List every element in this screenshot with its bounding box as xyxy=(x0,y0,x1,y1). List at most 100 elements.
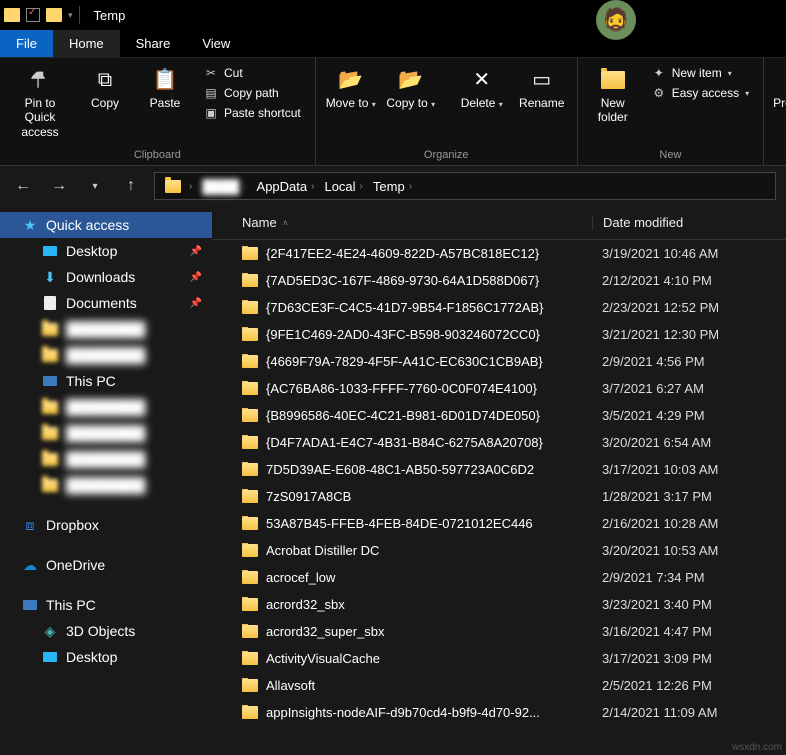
file-row[interactable]: acrocef_low2/9/2021 7:34 PM xyxy=(212,564,786,591)
cut-button[interactable]: ✂Cut xyxy=(200,64,305,82)
back-button[interactable]: ← xyxy=(10,173,36,199)
sidebar-item-thispc2[interactable]: This PC xyxy=(0,592,212,618)
pin-icon: 📌 xyxy=(190,272,202,283)
sidebar-item-desktop2[interactable]: Desktop xyxy=(0,644,212,670)
forward-button[interactable]: → xyxy=(46,173,72,199)
label: New folder xyxy=(586,96,640,125)
folder-icon xyxy=(242,652,258,665)
sidebar-item-blur4[interactable]: ████████ xyxy=(0,420,212,446)
folder-icon xyxy=(42,347,58,363)
breadcrumb-segment[interactable]: › xyxy=(161,180,196,193)
folder-icon xyxy=(242,706,258,719)
file-row[interactable]: {7AD5ED3C-167F-4869-9730-64A1D588D067}2/… xyxy=(212,267,786,294)
file-name: 7zS0917A8CB xyxy=(266,489,351,504)
sort-arrow-icon: ˄ xyxy=(283,218,288,228)
sidebar-item-thispc1[interactable]: This PC xyxy=(0,368,212,394)
copy-path-button[interactable]: ▤Copy path xyxy=(200,84,305,102)
folder-icon xyxy=(242,625,258,638)
file-row[interactable]: acrord32_super_sbx3/16/2021 4:47 PM xyxy=(212,618,786,645)
tab-file[interactable]: File xyxy=(0,30,53,57)
breadcrumb-segment[interactable]: Temp› xyxy=(369,179,416,194)
qab-dropdown-icon[interactable]: ▾ xyxy=(68,10,73,21)
sidebar-item-dropbox[interactable]: ⧈Dropbox xyxy=(0,512,212,538)
file-date: 3/17/2021 10:03 AM xyxy=(592,462,786,477)
sidebar-item-documents[interactable]: Documents📌 xyxy=(0,290,212,316)
sidebar-item-blur6[interactable]: ████████ xyxy=(0,472,212,498)
copy-to-button[interactable]: 📂 Copy to ▾ xyxy=(382,62,440,114)
delete-button[interactable]: ✕ Delete ▾ xyxy=(453,62,511,114)
file-name: {4669F79A-7829-4F5F-A41C-EC630C1CB9AB} xyxy=(266,354,543,369)
file-row[interactable]: acrord32_sbx3/23/2021 3:40 PM xyxy=(212,591,786,618)
file-date: 3/5/2021 4:29 PM xyxy=(592,408,786,423)
file-row[interactable]: 53A87B45-FFEB-4FEB-84DE-0721012EC4462/16… xyxy=(212,510,786,537)
sidebar-item-blur1[interactable]: ████████ xyxy=(0,316,212,342)
label: Delete ▾ xyxy=(461,96,503,110)
file-row[interactable]: ActivityVisualCache3/17/2021 3:09 PM xyxy=(212,645,786,672)
history-dropdown[interactable]: ▾ xyxy=(82,173,108,199)
move-icon: 📂 xyxy=(337,66,365,94)
file-row[interactable]: {D4F7ADA1-E4C7-4B31-B84C-6275A8A20708}3/… xyxy=(212,429,786,456)
file-date: 2/23/2021 12:52 PM xyxy=(592,300,786,315)
file-date: 3/23/2021 3:40 PM xyxy=(592,597,786,612)
file-row[interactable]: {2F417EE2-4E24-4609-822D-A57BC818EC12}3/… xyxy=(212,240,786,267)
copy-button[interactable]: ⧉ Copy xyxy=(76,62,134,114)
tab-share[interactable]: Share xyxy=(120,30,187,57)
breadcrumb-segment[interactable]: Local› xyxy=(320,179,366,194)
breadcrumb-path[interactable]: ›████›AppData›Local›Temp› xyxy=(154,172,776,200)
file-row[interactable]: {7D63CE3F-C4C5-41D7-9B54-F1856C1772AB}2/… xyxy=(212,294,786,321)
file-row[interactable]: 7D5D39AE-E608-48C1-AB50-597723A0C6D23/17… xyxy=(212,456,786,483)
paste-button[interactable]: 📋 Paste xyxy=(136,62,194,114)
rename-button[interactable]: ▭ Rename xyxy=(513,62,571,114)
desktop-icon xyxy=(42,243,58,259)
file-row[interactable]: {4669F79A-7829-4F5F-A41C-EC630C1CB9AB}2/… xyxy=(212,348,786,375)
pin-to-quick-access-button[interactable]: Pin to Quick access xyxy=(6,62,74,143)
up-button[interactable]: ↑ xyxy=(118,173,144,199)
sidebar-item-blur5[interactable]: ████████ xyxy=(0,446,212,472)
file-row[interactable]: Acrobat Distiller DC3/20/2021 10:53 AM xyxy=(212,537,786,564)
sidebar-item-quick-access[interactable]: ★Quick access xyxy=(0,212,212,238)
group-label: Organize xyxy=(322,147,571,163)
folder-icon xyxy=(242,328,258,341)
folder-icon xyxy=(242,355,258,368)
chevron-down-icon: ▾ xyxy=(499,100,503,109)
file-date: 3/20/2021 6:54 AM xyxy=(592,435,786,450)
file-list[interactable]: {2F417EE2-4E24-4609-822D-A57BC818EC12}3/… xyxy=(212,240,786,755)
new-item-button[interactable]: ✦New item ▾ xyxy=(648,64,753,82)
properties-button[interactable]: ✔ Properties ▾ xyxy=(770,62,786,114)
folder-icon xyxy=(46,8,62,22)
breadcrumb-segment[interactable]: AppData› xyxy=(253,179,319,194)
breadcrumb-segment[interactable]: ████› xyxy=(198,179,250,194)
file-row[interactable]: {B8996586-40EC-4C21-B981-6D01D74DE050} 3/… xyxy=(212,402,786,429)
file-row[interactable]: 7zS0917A8CB1/28/2021 3:17 PM xyxy=(212,483,786,510)
folder-icon xyxy=(242,517,258,530)
label: ████████ xyxy=(66,425,145,441)
file-row[interactable]: Allavsoft2/5/2021 12:26 PM xyxy=(212,672,786,699)
file-name: {B8996586-40EC-4C21-B981-6D01D74DE050} xyxy=(266,408,540,423)
easy-access-button[interactable]: ⚙Easy access ▾ xyxy=(648,84,753,102)
column-header-date[interactable]: Date modified xyxy=(592,215,786,230)
tab-home[interactable]: Home xyxy=(53,30,120,57)
file-row[interactable]: {9FE1C469-2AD0-43FC-B598-903246072CC0}3/… xyxy=(212,321,786,348)
path-icon: ▤ xyxy=(204,86,218,100)
sidebar-item-downloads[interactable]: ⬇Downloads📌 xyxy=(0,264,212,290)
file-row[interactable]: {AC76BA86-1033-FFFF-7760-0C0F074E4100}3/… xyxy=(212,375,786,402)
move-to-button[interactable]: 📂 Move to ▾ xyxy=(322,62,380,114)
file-row[interactable]: appInsights-nodeAIF-d9b70cd4-b9f9-4d70-9… xyxy=(212,699,786,726)
file-name: {9FE1C469-2AD0-43FC-B598-903246072CC0} xyxy=(266,327,540,342)
paste-shortcut-button[interactable]: ▣Paste shortcut xyxy=(200,104,305,122)
label: Paste xyxy=(150,96,181,110)
titlebar: ▾ Temp 🧔 xyxy=(0,0,786,30)
tab-view[interactable]: View xyxy=(186,30,246,57)
file-date: 3/20/2021 10:53 AM xyxy=(592,543,786,558)
check-icon[interactable] xyxy=(26,8,40,22)
folder-icon xyxy=(242,274,258,287)
sidebar-item-3dobjects[interactable]: ◈3D Objects xyxy=(0,618,212,644)
sidebar-item-onedrive[interactable]: ☁OneDrive xyxy=(0,552,212,578)
sidebar-item-blur3[interactable]: ████████ xyxy=(0,394,212,420)
folder-icon xyxy=(242,598,258,611)
sidebar-item-desktop[interactable]: Desktop📌 xyxy=(0,238,212,264)
column-header-name[interactable]: Name˄ xyxy=(212,215,592,230)
sidebar-item-blur2[interactable]: ████████ xyxy=(0,342,212,368)
new-folder-button[interactable]: New folder xyxy=(584,62,642,129)
label: Quick access xyxy=(46,217,129,233)
